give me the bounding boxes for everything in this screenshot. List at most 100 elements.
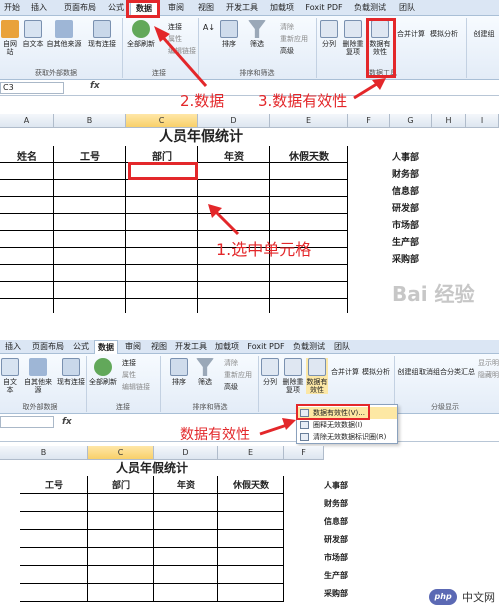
- fx-icon[interactable]: fx: [62, 417, 72, 427]
- table-cell[interactable]: [126, 231, 198, 248]
- clear-link[interactable]: 清除: [224, 358, 238, 368]
- tab-addins[interactable]: 加载项: [212, 340, 242, 354]
- sort-button[interactable]: 排序: [168, 358, 190, 386]
- table-cell[interactable]: [198, 163, 270, 180]
- existing-connections-button[interactable]: 现有连接: [56, 358, 86, 386]
- col-header-f[interactable]: F: [348, 114, 390, 128]
- table-cell[interactable]: [198, 299, 270, 313]
- connections-link[interactable]: 连接: [122, 358, 136, 368]
- table-cell[interactable]: [20, 512, 88, 530]
- what-if-button[interactable]: 模拟分析: [426, 30, 462, 38]
- col-header-c[interactable]: C: [126, 114, 198, 128]
- sort-button[interactable]: 排序: [218, 20, 240, 48]
- table-cell[interactable]: [154, 548, 218, 566]
- tab-foxit-pdf[interactable]: Foxit PDF: [246, 340, 286, 354]
- tab-page-layout[interactable]: 页面布局: [28, 340, 68, 354]
- col-header-h[interactable]: H: [432, 114, 466, 128]
- show-detail-link[interactable]: 显示明细: [478, 358, 499, 368]
- filter-button[interactable]: 筛选: [194, 358, 216, 386]
- table-cell[interactable]: [54, 180, 126, 197]
- data-validation-button[interactable]: 数据有效性: [306, 358, 328, 394]
- table-cell[interactable]: [270, 265, 348, 282]
- tab-data[interactable]: 数据: [94, 340, 118, 354]
- from-text-button[interactable]: 自文本: [0, 358, 20, 394]
- advanced-link[interactable]: 高级: [280, 46, 294, 56]
- table-cell[interactable]: [0, 299, 54, 313]
- name-box[interactable]: C3: [0, 82, 64, 94]
- tab-page-layout[interactable]: 页面布局: [60, 0, 100, 16]
- table-cell[interactable]: [54, 265, 126, 282]
- existing-connections-button[interactable]: 现有连接: [86, 20, 118, 48]
- table-cell[interactable]: [88, 494, 154, 512]
- table-cell[interactable]: [154, 494, 218, 512]
- tab-developer[interactable]: 开发工具: [174, 340, 208, 354]
- col-header-b[interactable]: B: [54, 114, 126, 128]
- table-cell[interactable]: [0, 248, 54, 265]
- tab-addins[interactable]: 加载项: [266, 0, 298, 16]
- remove-duplicates-button[interactable]: 删除重复项: [342, 20, 364, 56]
- hide-detail-link[interactable]: 隐藏明细: [478, 370, 499, 380]
- tab-developer[interactable]: 开发工具: [224, 0, 260, 16]
- tab-team[interactable]: 团队: [332, 340, 352, 354]
- table-cell[interactable]: [270, 299, 348, 313]
- tab-review[interactable]: 审阅: [122, 340, 144, 354]
- col-header-i[interactable]: I: [466, 114, 499, 128]
- table-cell[interactable]: [198, 282, 270, 299]
- table-cell[interactable]: [54, 197, 126, 214]
- refresh-all-button[interactable]: 全部刷新: [88, 358, 118, 386]
- table-cell[interactable]: [20, 494, 88, 512]
- table-cell[interactable]: [218, 530, 284, 548]
- table-cell[interactable]: [154, 512, 218, 530]
- tab-review[interactable]: 审阅: [164, 0, 188, 16]
- table-cell[interactable]: [126, 214, 198, 231]
- col-header-g[interactable]: G: [390, 114, 432, 128]
- tab-team[interactable]: 团队: [396, 0, 418, 16]
- from-text-button[interactable]: 自文本: [22, 20, 44, 48]
- table-cell[interactable]: [0, 180, 54, 197]
- col-header-f[interactable]: F: [284, 446, 324, 460]
- consolidate-button[interactable]: 合并计算: [330, 368, 360, 376]
- clear-link[interactable]: 清除: [280, 22, 294, 32]
- table-cell[interactable]: [88, 584, 154, 602]
- col-header-d[interactable]: D: [198, 114, 270, 128]
- tab-load-test[interactable]: 负载测试: [290, 340, 328, 354]
- col-header-e[interactable]: E: [270, 114, 348, 128]
- tab-formulas[interactable]: 公式: [104, 0, 128, 16]
- table-cell[interactable]: [0, 282, 54, 299]
- tab-view[interactable]: 视图: [194, 0, 218, 16]
- menu-item-clear-circles[interactable]: 清除无效数据标识圈(R): [297, 431, 397, 443]
- table-cell[interactable]: [20, 566, 88, 584]
- table-cell[interactable]: [154, 584, 218, 602]
- table-cell[interactable]: [218, 512, 284, 530]
- col-header-e[interactable]: E: [218, 446, 284, 460]
- from-other-sources-button[interactable]: 自其他来源: [46, 20, 82, 48]
- table-cell[interactable]: [0, 197, 54, 214]
- table-cell[interactable]: [54, 282, 126, 299]
- table-cell[interactable]: [88, 566, 154, 584]
- table-cell[interactable]: [198, 265, 270, 282]
- table-cell[interactable]: [20, 548, 88, 566]
- remove-duplicates-button[interactable]: 删除重复项: [282, 358, 304, 394]
- create-group-button[interactable]: 创建组: [470, 30, 498, 38]
- filter-button[interactable]: 筛选: [246, 20, 268, 48]
- table-cell[interactable]: [88, 512, 154, 530]
- table-cell[interactable]: [0, 231, 54, 248]
- table-cell[interactable]: [154, 566, 218, 584]
- table-cell[interactable]: [54, 231, 126, 248]
- fx-icon[interactable]: fx: [90, 81, 100, 91]
- advanced-link[interactable]: 高级: [224, 382, 238, 392]
- ungroup-button[interactable]: 取消组合: [418, 368, 448, 376]
- table-cell[interactable]: [126, 197, 198, 214]
- table-cell[interactable]: [88, 548, 154, 566]
- menu-item-circle-invalid[interactable]: 圈释无效数据(I): [297, 419, 397, 431]
- col-header-d[interactable]: D: [154, 446, 218, 460]
- reapply-link[interactable]: 重新应用: [280, 34, 308, 44]
- tab-insert[interactable]: 插入: [26, 0, 52, 16]
- table-cell[interactable]: [20, 530, 88, 548]
- tab-foxit-pdf[interactable]: Foxit PDF: [304, 0, 344, 16]
- what-if-button[interactable]: 模拟分析: [358, 368, 394, 376]
- table-cell[interactable]: [54, 163, 126, 180]
- table-cell[interactable]: [270, 214, 348, 231]
- text-to-columns-button[interactable]: 分列: [318, 20, 340, 48]
- tab-load-test[interactable]: 负载测试: [350, 0, 390, 16]
